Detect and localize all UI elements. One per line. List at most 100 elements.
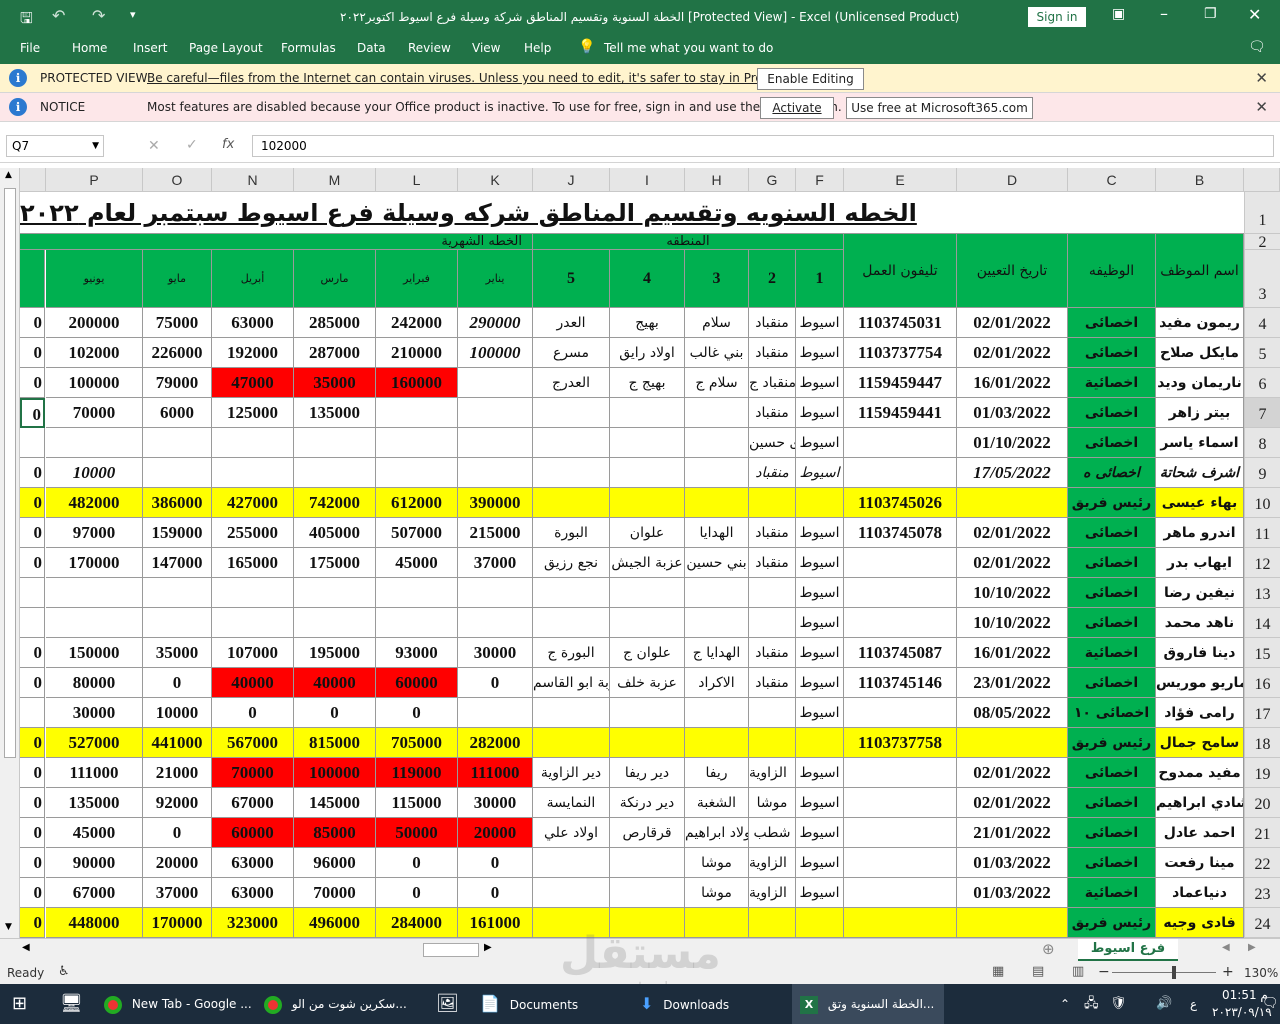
cell-o-may[interactable]: 147000: [143, 548, 212, 578]
cell-m-mar[interactable]: 0: [294, 698, 376, 728]
cell-c-job[interactable]: اخصائى ه: [1068, 458, 1156, 488]
scroll-up-icon[interactable]: ▲: [5, 170, 12, 180]
row-header[interactable]: 9: [1244, 458, 1280, 488]
cell-j-z5[interactable]: نجع رزيق: [533, 548, 610, 578]
cell-m-mar[interactable]: [294, 428, 376, 458]
cell-i-z4[interactable]: [610, 398, 685, 428]
cell-e-phone[interactable]: [844, 788, 957, 818]
cell-q[interactable]: 0: [20, 878, 45, 908]
cell-p-jun[interactable]: 90000: [46, 848, 143, 878]
cell-g-z2[interactable]: منقباد: [749, 518, 796, 548]
zone-header[interactable]: 3: [685, 250, 749, 308]
tray-network-icon[interactable]: 🖧: [1084, 984, 1099, 1024]
cell-m-mar[interactable]: 35000: [294, 368, 376, 398]
cell-m-mar[interactable]: 285000: [294, 308, 376, 338]
cell-k-jan[interactable]: 290000: [458, 308, 533, 338]
cell-g-z2[interactable]: منقباد: [749, 458, 796, 488]
cell-p-jun[interactable]: 70000: [46, 398, 143, 428]
cell-j-z5[interactable]: [533, 578, 610, 608]
cell-l-feb[interactable]: 50000: [376, 818, 458, 848]
cell-o-may[interactable]: 21000: [143, 758, 212, 788]
cell-g-z2[interactable]: منقباد: [749, 338, 796, 368]
comments-icon[interactable]: 🗨: [1248, 39, 1266, 55]
cell-n-apr[interactable]: 192000: [212, 338, 294, 368]
cell-h-z3[interactable]: الاكراد: [685, 668, 749, 698]
cell-n-apr[interactable]: 165000: [212, 548, 294, 578]
scroll-down-icon[interactable]: ▼: [5, 922, 12, 932]
cell-o-may[interactable]: 75000: [143, 308, 212, 338]
cell-l-feb[interactable]: 242000: [376, 308, 458, 338]
cell-o-may[interactable]: 10000: [143, 698, 212, 728]
page-layout-view-icon[interactable]: ▤: [1032, 964, 1044, 979]
month-header[interactable]: فبراير: [376, 250, 458, 308]
cell-n-apr[interactable]: 63000: [212, 308, 294, 338]
monthly-plan-header[interactable]: الخطه الشهرية: [20, 234, 533, 250]
cell-p-jun[interactable]: 10000: [46, 458, 143, 488]
cell-n-apr[interactable]: 107000: [212, 638, 294, 668]
cell-g-z2[interactable]: ى حسين: [749, 428, 796, 458]
cell-p-jun[interactable]: 135000: [46, 788, 143, 818]
cell-b-name[interactable]: بهاء عيسى: [1156, 488, 1244, 518]
cell-d-date[interactable]: [957, 728, 1068, 758]
cell-q[interactable]: 0: [20, 728, 45, 758]
cell-o-may[interactable]: [143, 458, 212, 488]
cell-n-apr[interactable]: 63000: [212, 878, 294, 908]
cell-i-z4[interactable]: [610, 878, 685, 908]
tab-insert[interactable]: Insert: [133, 41, 167, 55]
cell-o-may[interactable]: 92000: [143, 788, 212, 818]
cell-f-z1[interactable]: اسيوط: [796, 398, 844, 428]
cell-d-date[interactable]: 23/01/2022: [957, 668, 1068, 698]
cell-g-z2[interactable]: شطب: [749, 818, 796, 848]
scroll-right-icon[interactable]: ▶: [484, 942, 492, 953]
row-header[interactable]: 1: [1244, 192, 1280, 234]
cell-o-may[interactable]: [143, 578, 212, 608]
enable-editing-button[interactable]: Enable Editing: [757, 68, 864, 90]
cell-q[interactable]: 0: [20, 788, 45, 818]
cell-j-z5[interactable]: [533, 728, 610, 758]
cell-j-z5[interactable]: البورة: [533, 518, 610, 548]
cell-d-date[interactable]: 02/01/2022: [957, 758, 1068, 788]
column-header[interactable]: J: [533, 168, 610, 192]
column-header[interactable]: I: [610, 168, 685, 192]
column-header[interactable]: L: [376, 168, 458, 192]
cell-c-job[interactable]: اخصائى: [1068, 518, 1156, 548]
cell-q[interactable]: [20, 428, 45, 458]
cell-m-mar[interactable]: 85000: [294, 818, 376, 848]
restore-icon[interactable]: ❐: [1204, 6, 1217, 22]
cell-g-z2[interactable]: [749, 728, 796, 758]
cell-o-may[interactable]: 441000: [143, 728, 212, 758]
cell-h-z3[interactable]: الهدايا ج: [685, 638, 749, 668]
cell-k-jan[interactable]: 0: [458, 848, 533, 878]
add-sheet-icon[interactable]: ⊕: [1042, 940, 1055, 958]
cell-g-z2[interactable]: منقباد: [749, 638, 796, 668]
cell-h-z3[interactable]: الهدايا: [685, 518, 749, 548]
cell-o-may[interactable]: 20000: [143, 848, 212, 878]
month-header[interactable]: يونيو: [46, 250, 143, 308]
sign-in-button[interactable]: Sign in: [1028, 7, 1086, 27]
cell-q[interactable]: [20, 698, 45, 728]
cell-m-mar[interactable]: 40000: [294, 668, 376, 698]
cell-p-jun[interactable]: 80000: [46, 668, 143, 698]
cell-h-z3[interactable]: سلام: [685, 308, 749, 338]
cell-h-z3[interactable]: [685, 698, 749, 728]
cell-o-may[interactable]: 386000: [143, 488, 212, 518]
cell-e-phone[interactable]: 1159459447: [844, 368, 957, 398]
cell-q[interactable]: 0: [20, 818, 45, 848]
cell-k-jan[interactable]: 37000: [458, 548, 533, 578]
activate-button[interactable]: Activate: [760, 97, 834, 119]
cell-b-name[interactable]: ايهاب بدر: [1156, 548, 1244, 578]
column-header[interactable]: B: [1156, 168, 1244, 192]
cell-l-feb[interactable]: 60000: [376, 668, 458, 698]
cell-d-date[interactable]: 01/10/2022: [957, 428, 1068, 458]
cell-n-apr[interactable]: 63000: [212, 848, 294, 878]
cell-f-z1[interactable]: اسيوط: [796, 638, 844, 668]
cell-p-jun[interactable]: 97000: [46, 518, 143, 548]
row-header[interactable]: 18: [1244, 728, 1280, 758]
cell-e-phone[interactable]: 1103745087: [844, 638, 957, 668]
cell-k-jan[interactable]: [458, 698, 533, 728]
cell-g-z2[interactable]: منقباد ج: [749, 368, 796, 398]
row-header[interactable]: 4: [1244, 308, 1280, 338]
cell-c-job[interactable]: اخصائية: [1068, 638, 1156, 668]
zone-header[interactable]: 2: [749, 250, 796, 308]
row-header[interactable]: 8: [1244, 428, 1280, 458]
